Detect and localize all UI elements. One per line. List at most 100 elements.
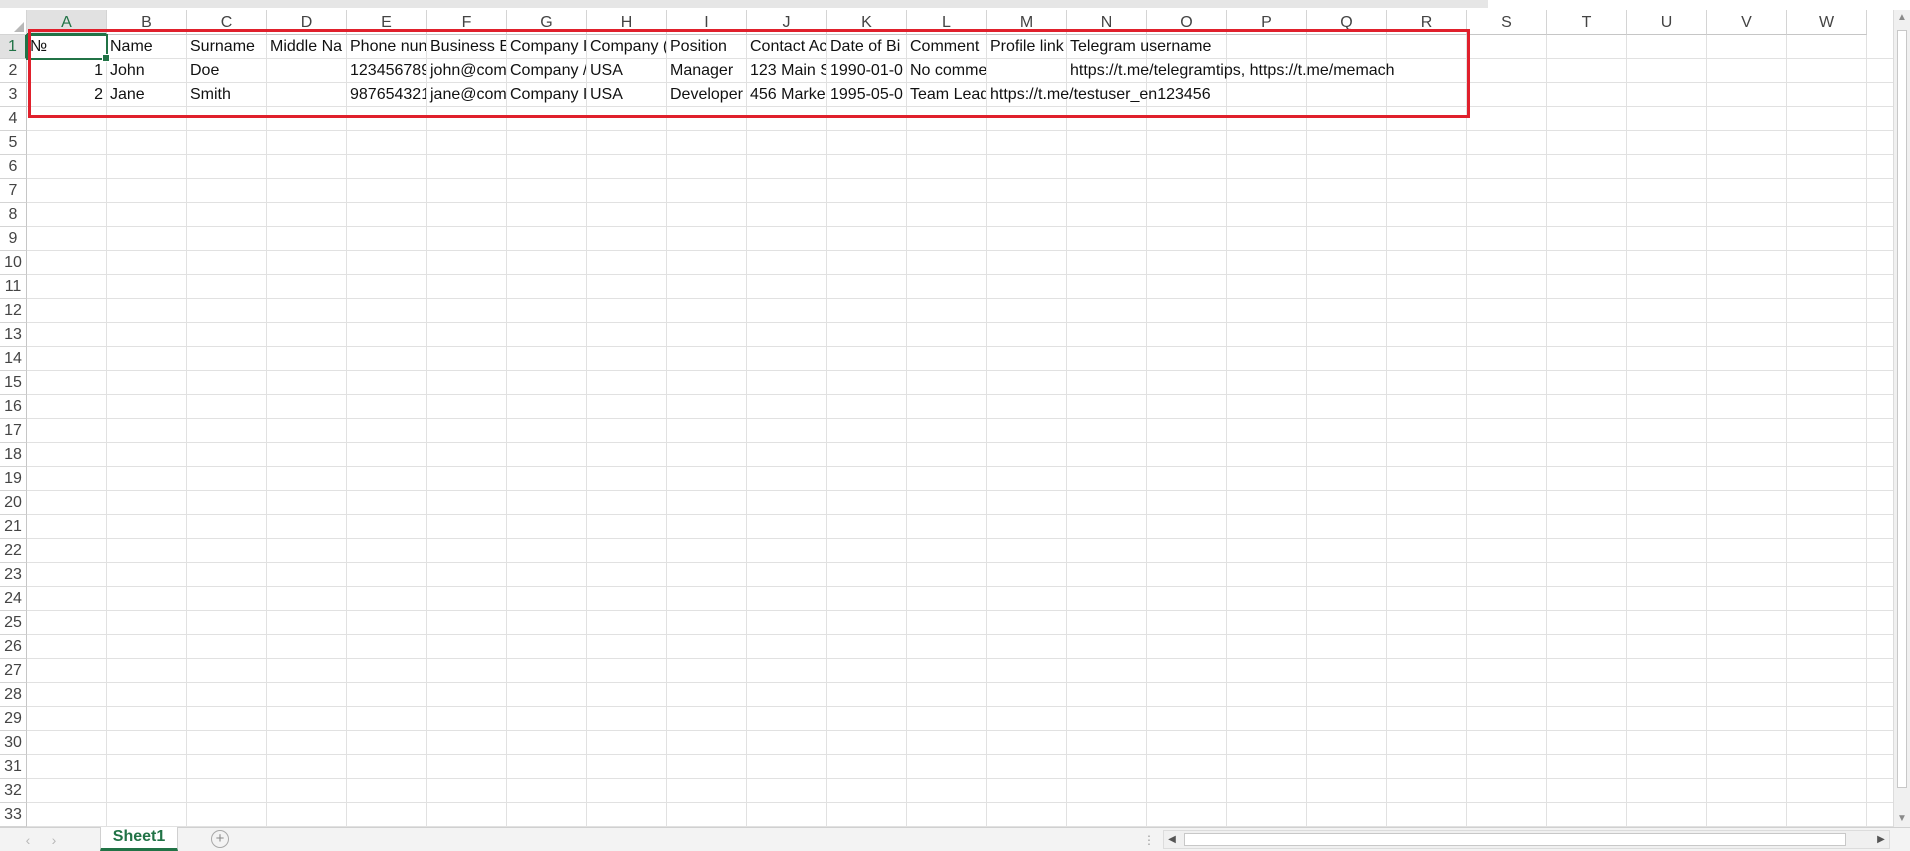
- row-header-12[interactable]: 12: [0, 299, 27, 323]
- row-header-13[interactable]: 13: [0, 323, 27, 347]
- column-header-b[interactable]: B: [107, 10, 187, 35]
- chevron-left-icon[interactable]: ‹: [20, 832, 36, 848]
- cell-a1[interactable]: №: [27, 35, 107, 59]
- row-header-1[interactable]: 1: [0, 35, 27, 59]
- cell-c1[interactable]: Surname: [187, 35, 267, 59]
- cell-f3[interactable]: jane@com: [427, 83, 507, 107]
- column-header-a[interactable]: A: [27, 10, 107, 35]
- cell-e2[interactable]: 12345678​9: [347, 59, 427, 83]
- cell-b3[interactable]: Jane: [107, 83, 187, 107]
- scroll-up-icon[interactable]: ▲: [1894, 10, 1910, 26]
- chevron-right-icon[interactable]: ›: [46, 832, 62, 848]
- row-header-26[interactable]: 26: [0, 635, 27, 659]
- cell-d2[interactable]: [267, 59, 347, 83]
- row-header-32[interactable]: 32: [0, 779, 27, 803]
- cell-k1[interactable]: Date of Bi: [827, 35, 907, 59]
- column-header-v[interactable]: V: [1707, 10, 1787, 35]
- cell-m1[interactable]: Profile link: [987, 35, 1067, 59]
- cell-m3[interactable]: https://t.me/testuser_en123456: [987, 83, 1214, 107]
- cell-j3[interactable]: 456 Marke: [747, 83, 827, 107]
- scroll-left-icon[interactable]: ◀: [1164, 831, 1180, 848]
- column-header-o[interactable]: O: [1147, 10, 1227, 35]
- row-header-11[interactable]: 11: [0, 275, 27, 299]
- row-header-8[interactable]: 8: [0, 203, 27, 227]
- column-header-i[interactable]: I: [667, 10, 747, 35]
- row-header-3[interactable]: 3: [0, 83, 27, 107]
- column-header-m[interactable]: M: [987, 10, 1067, 35]
- cell-e3[interactable]: 98765432​1: [347, 83, 427, 107]
- row-header-9[interactable]: 9: [0, 227, 27, 251]
- cell-e1[interactable]: Phone nun: [347, 35, 427, 59]
- cell-n2[interactable]: https://t.me/telegramtips, https://t.me/…: [1067, 59, 1398, 83]
- row-header-25[interactable]: 25: [0, 611, 27, 635]
- scroll-down-icon[interactable]: ▼: [1894, 811, 1910, 827]
- tab-sheet1[interactable]: Sheet1: [100, 827, 178, 851]
- vertical-scroll-thumb[interactable]: [1897, 30, 1907, 788]
- row-header-20[interactable]: 20: [0, 491, 27, 515]
- column-header-q[interactable]: Q: [1307, 10, 1387, 35]
- cell-f1[interactable]: Business E: [427, 35, 507, 59]
- row-header-4[interactable]: 4: [0, 107, 27, 131]
- cell-n1[interactable]: Telegram username: [1067, 35, 1215, 59]
- row-header-28[interactable]: 28: [0, 683, 27, 707]
- cell-k3[interactable]: 1995-05-0: [827, 83, 907, 107]
- cell-l1[interactable]: Comment: [907, 35, 987, 59]
- column-header-n[interactable]: N: [1067, 10, 1147, 35]
- horizontal-scrollbar[interactable]: ◀ ▶: [1163, 830, 1890, 849]
- row-header-15[interactable]: 15: [0, 371, 27, 395]
- cell-k2[interactable]: 1990-01-0: [827, 59, 907, 83]
- cell-c2[interactable]: Doe: [187, 59, 267, 83]
- row-header-7[interactable]: 7: [0, 179, 27, 203]
- cell-j1[interactable]: Contact Ac: [747, 35, 827, 59]
- row-header-33[interactable]: 33: [0, 803, 27, 827]
- cell-d3[interactable]: [267, 83, 347, 107]
- cell-d1[interactable]: Middle Na: [267, 35, 347, 59]
- cell-i3[interactable]: Developer: [667, 83, 747, 107]
- row-header-17[interactable]: 17: [0, 419, 27, 443]
- row-header-24[interactable]: 24: [0, 587, 27, 611]
- cell-g3[interactable]: Company I: [507, 83, 587, 107]
- column-header-r[interactable]: R: [1387, 10, 1467, 35]
- column-header-w[interactable]: W: [1787, 10, 1867, 35]
- cell-m2[interactable]: [987, 59, 1067, 83]
- cell-l3[interactable]: Team Lead: [907, 83, 987, 107]
- cell-b2[interactable]: John: [107, 59, 187, 83]
- select-all-button[interactable]: [0, 10, 27, 35]
- column-header-e[interactable]: E: [347, 10, 427, 35]
- cell-g1[interactable]: Company I: [507, 35, 587, 59]
- row-header-2[interactable]: 2: [0, 59, 27, 83]
- vertical-scrollbar[interactable]: ▲ ▼: [1893, 10, 1910, 827]
- row-header-23[interactable]: 23: [0, 563, 27, 587]
- row-header-10[interactable]: 10: [0, 251, 27, 275]
- horizontal-scroll-thumb[interactable]: [1184, 833, 1846, 846]
- column-header-c[interactable]: C: [187, 10, 267, 35]
- row-header-5[interactable]: 5: [0, 131, 27, 155]
- cell-n3[interactable]: [1067, 83, 1073, 107]
- row-header-19[interactable]: 19: [0, 467, 27, 491]
- column-header-k[interactable]: K: [827, 10, 907, 35]
- cell-i2[interactable]: Manager: [667, 59, 747, 83]
- row-header-18[interactable]: 18: [0, 443, 27, 467]
- row-header-16[interactable]: 16: [0, 395, 27, 419]
- cell-i1[interactable]: Position: [667, 35, 747, 59]
- cell-a3[interactable]: 2: [27, 83, 107, 107]
- cell-b1[interactable]: Name: [107, 35, 187, 59]
- column-header-t[interactable]: T: [1547, 10, 1627, 35]
- column-header-f[interactable]: F: [427, 10, 507, 35]
- cell-h1[interactable]: Company (: [587, 35, 667, 59]
- cell-g2[interactable]: Company /: [507, 59, 587, 83]
- column-header-h[interactable]: H: [587, 10, 667, 35]
- cell-h3[interactable]: USA: [587, 83, 667, 107]
- scroll-right-icon[interactable]: ▶: [1873, 831, 1889, 848]
- column-header-j[interactable]: J: [747, 10, 827, 35]
- row-header-30[interactable]: 30: [0, 731, 27, 755]
- row-header-21[interactable]: 21: [0, 515, 27, 539]
- column-header-l[interactable]: L: [907, 10, 987, 35]
- column-header-d[interactable]: D: [267, 10, 347, 35]
- row-header-14[interactable]: 14: [0, 347, 27, 371]
- cell-f2[interactable]: john@com: [427, 59, 507, 83]
- column-header-s[interactable]: S: [1467, 10, 1547, 35]
- cell-a2[interactable]: 1: [27, 59, 107, 83]
- row-header-29[interactable]: 29: [0, 707, 27, 731]
- tab-splitter-handle[interactable]: ⋮: [1143, 832, 1155, 848]
